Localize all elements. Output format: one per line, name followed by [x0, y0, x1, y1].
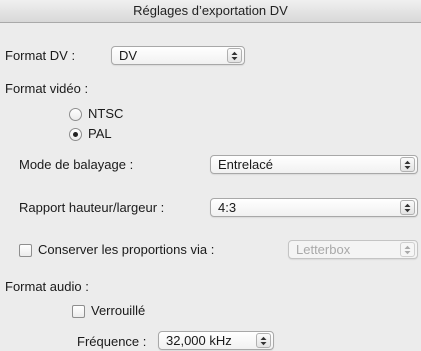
radio-ntsc-label[interactable]: NTSC — [88, 106, 123, 122]
format-dv-value: DV — [119, 48, 138, 63]
preserve-proportions-label[interactable]: Conserver les proportions via : — [38, 242, 214, 258]
scan-mode-label: Mode de balayage : — [19, 157, 134, 172]
radio-selected-dot — [73, 132, 78, 137]
aspect-ratio-label: Rapport hauteur/largeur : — [19, 200, 165, 215]
locked-checkbox[interactable] — [72, 305, 85, 318]
letterbox-value: Letterbox — [296, 242, 351, 257]
locked-label[interactable]: Verrouillé — [91, 303, 145, 319]
chevron-updown-icon — [400, 157, 415, 172]
frequency-value: 32,000 kHz — [166, 333, 232, 348]
radio-pal[interactable] — [69, 128, 82, 141]
chevron-updown-icon — [400, 242, 415, 257]
chevron-updown-icon — [400, 200, 415, 215]
format-dv-popup[interactable]: DV — [111, 46, 245, 65]
letterbox-popup[interactable]: Letterbox — [288, 240, 418, 259]
window-title-bar: Réglages d’exportation DV — [0, 0, 421, 23]
format-audio-label: Format audio : — [5, 279, 89, 294]
frequency-label: Fréquence : — [77, 334, 147, 349]
chevron-updown-icon — [256, 333, 271, 348]
format-dv-label: Format DV : — [5, 48, 76, 63]
format-video-label: Format vidéo : — [5, 81, 89, 96]
scan-mode-value: Entrelacé — [218, 157, 273, 172]
preserve-proportions-checkbox[interactable] — [19, 244, 32, 257]
radio-pal-label[interactable]: PAL — [88, 126, 112, 142]
chevron-updown-icon — [227, 48, 242, 63]
aspect-ratio-popup[interactable]: 4:3 — [210, 198, 418, 217]
scan-mode-popup[interactable]: Entrelacé — [210, 155, 418, 174]
window-title: Réglages d’exportation DV — [133, 3, 288, 18]
radio-ntsc[interactable] — [69, 108, 82, 121]
aspect-ratio-value: 4:3 — [218, 200, 237, 215]
frequency-popup[interactable]: 32,000 kHz — [158, 331, 274, 350]
